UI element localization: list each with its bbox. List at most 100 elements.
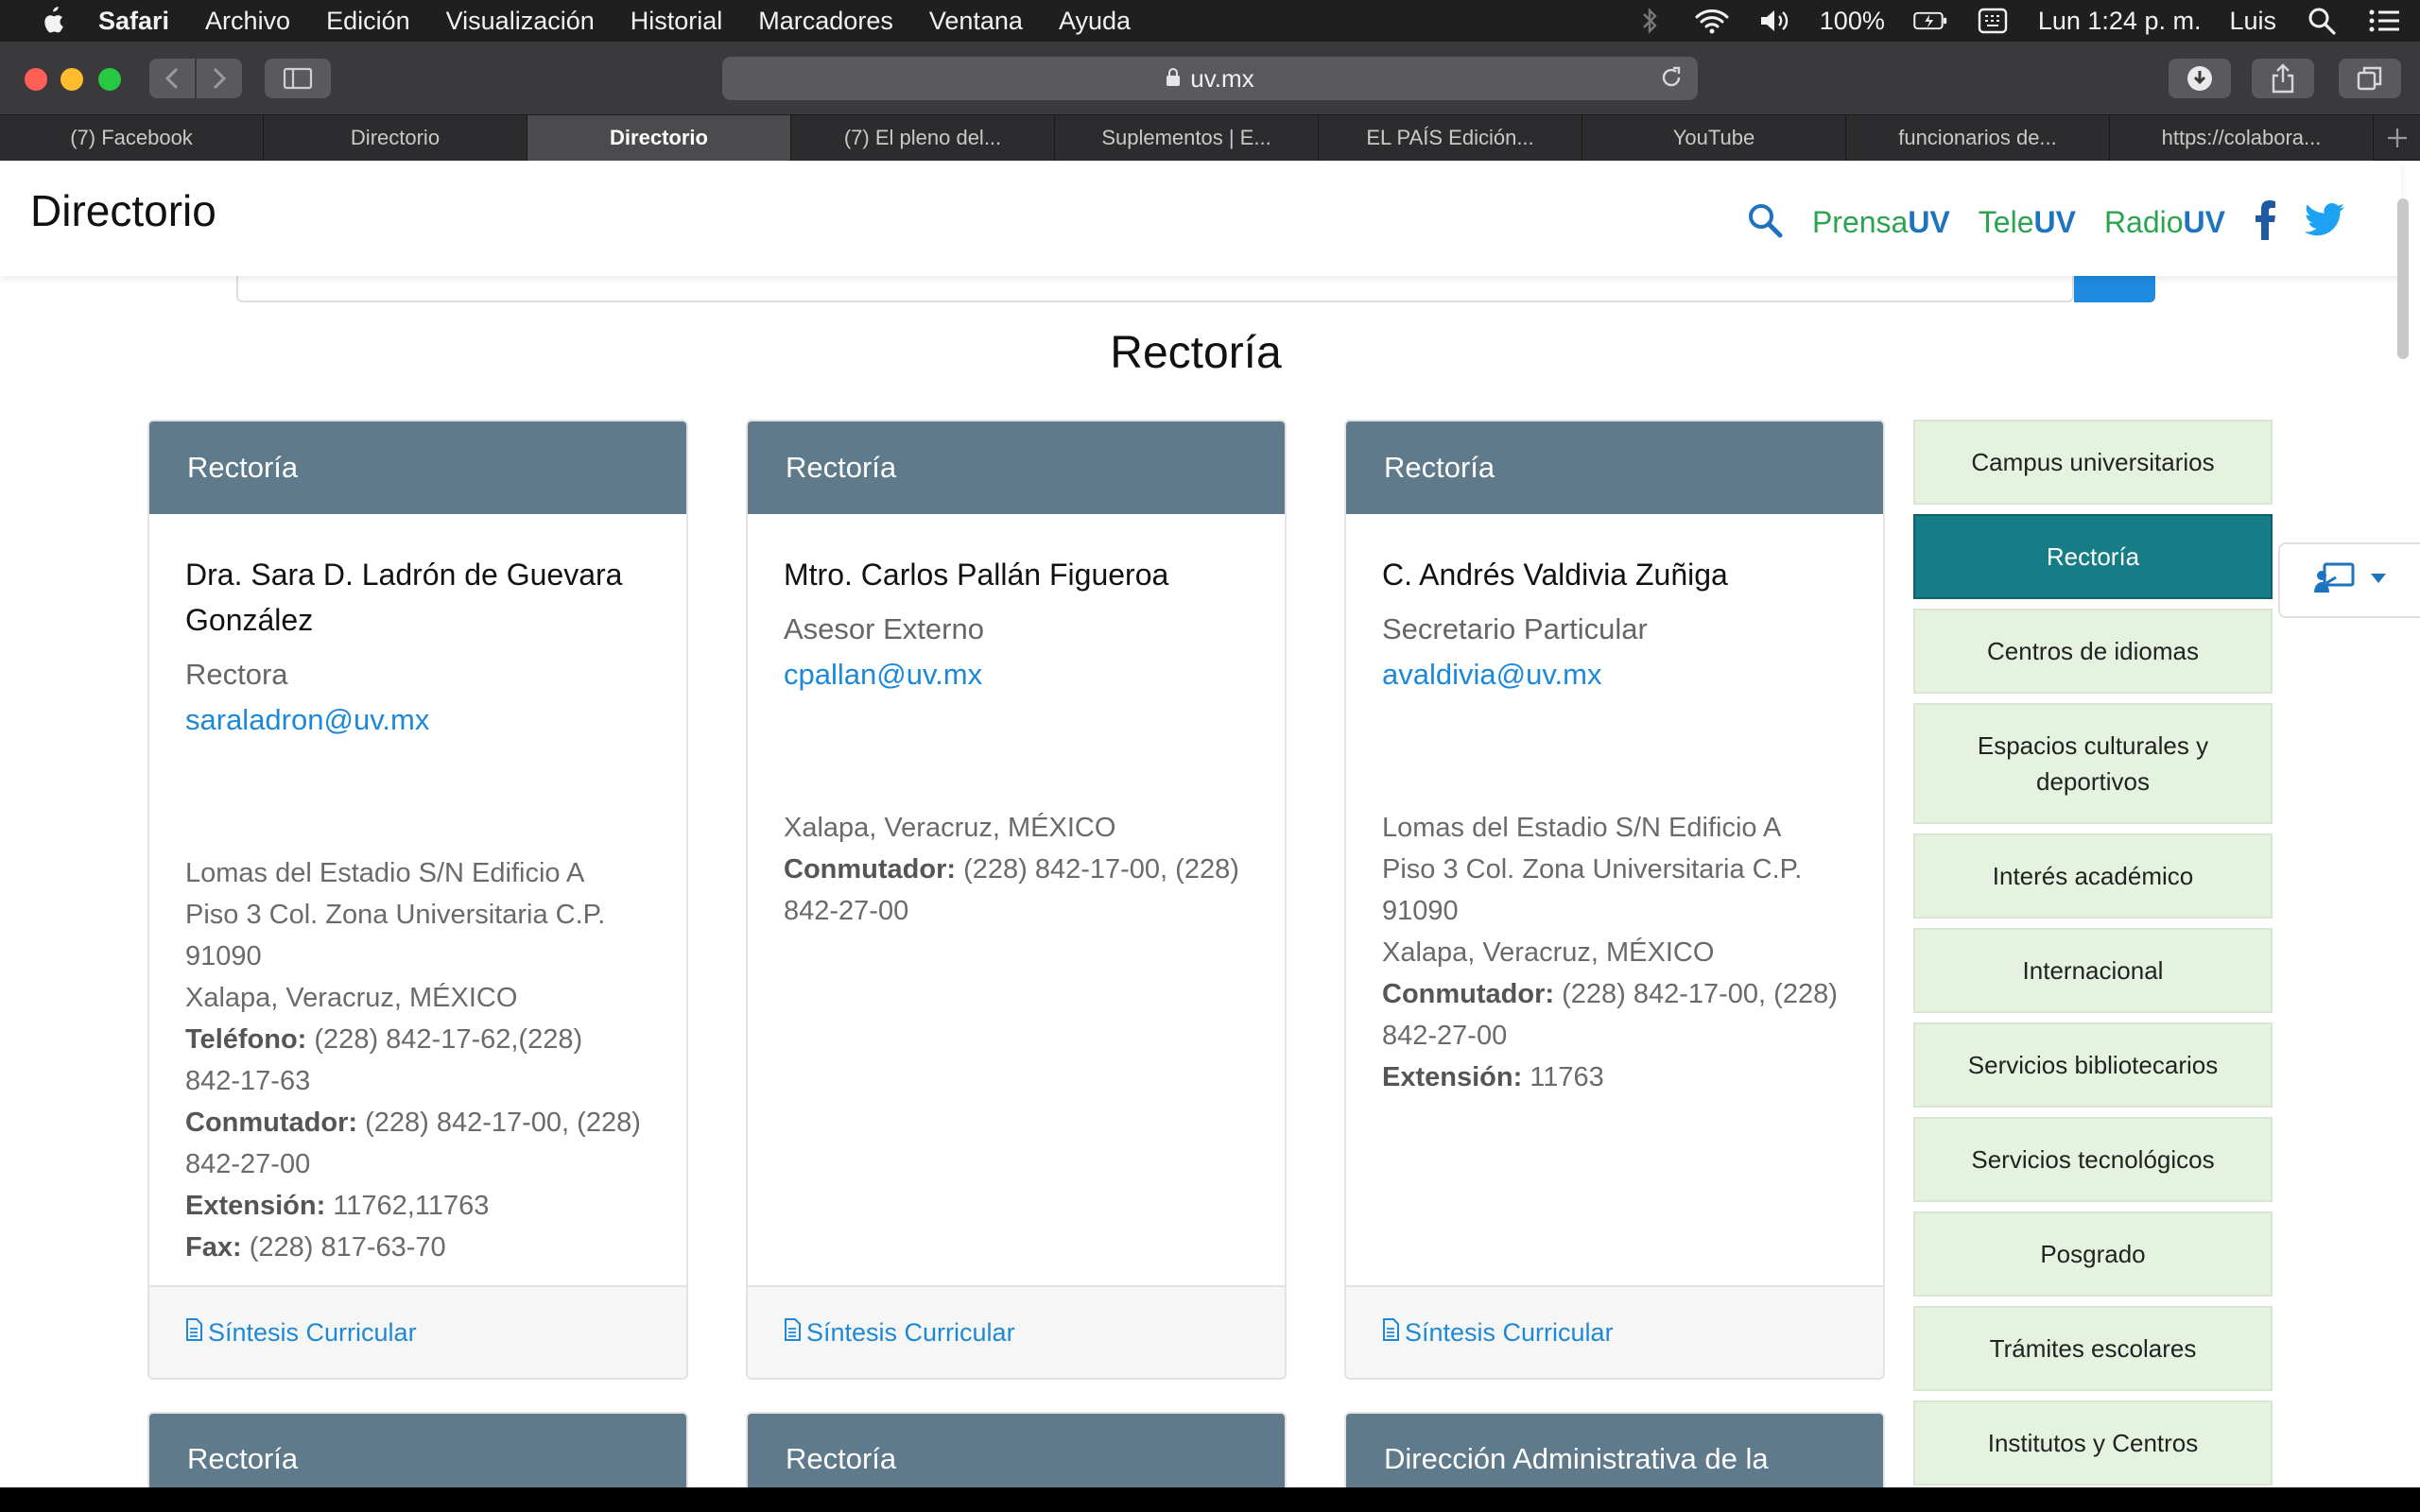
caret-down-icon (2370, 572, 2387, 589)
tabs-overview-icon (2357, 66, 2382, 91)
switchboard-label: Conmutador: (185, 1108, 358, 1138)
bluetooth-icon[interactable] (1633, 8, 1667, 34)
radio-uv-suffix: UV (2183, 205, 2225, 239)
show-all-tabs-button[interactable] (2339, 59, 2401, 98)
directory-card: Rectoría C. Andrés Valdivia Zuñiga Secre… (1344, 420, 1885, 1380)
tab-funcionarios[interactable]: funcionarios de... (1846, 115, 2110, 161)
phone-line: Teléfono: (228) 842-17-62,(228) (185, 1019, 650, 1060)
site-title[interactable]: Directorio (30, 185, 216, 236)
category-servicios-tecnologicos[interactable]: Servicios tecnológicos (1913, 1117, 2273, 1202)
switchboard-value: (228) 842-17-00, (228) (357, 1108, 641, 1138)
menu-ventana[interactable]: Ventana (929, 7, 1023, 36)
tab-el-pais[interactable]: EL PAÍS Edición... (1319, 115, 1582, 161)
menu-marcadores[interactable]: Marcadores (758, 7, 893, 36)
battery-charging-icon[interactable] (1913, 8, 1947, 34)
share-icon (2272, 63, 2294, 94)
document-icon (185, 1317, 202, 1348)
address-bar-url: uv.mx (1190, 63, 1254, 93)
facebook-icon[interactable] (2254, 200, 2276, 245)
volume-icon[interactable] (1757, 8, 1791, 34)
site-search-icon[interactable] (1746, 201, 1784, 244)
sidebar-toggle-button[interactable] (265, 59, 331, 98)
address-bar[interactable]: uv.mx (722, 57, 1698, 100)
back-button[interactable] (149, 59, 195, 98)
menubar-user[interactable]: Luis (2229, 7, 2276, 36)
prensa-uv-suffix: UV (1908, 205, 1950, 239)
category-interes-academico[interactable]: Interés académico (1913, 833, 2273, 919)
window-zoom-button[interactable] (98, 68, 121, 91)
switchboard-value-cont: 842-27-00 (784, 896, 909, 926)
tab-el-pleno[interactable]: (7) El pleno del... (791, 115, 1055, 161)
menu-edicion[interactable]: Edición (326, 7, 410, 36)
cv-link[interactable]: Síntesis Curricular (748, 1285, 1285, 1378)
person-email-link[interactable]: avaldivia@uv.mx (1382, 652, 1847, 697)
menu-historial[interactable]: Historial (631, 7, 723, 36)
tele-uv-link[interactable]: TeleUV (1979, 205, 2076, 240)
reload-icon[interactable] (1658, 64, 1685, 97)
person-email-link[interactable]: cpallan@uv.mx (784, 652, 1249, 697)
category-posgrado[interactable]: Posgrado (1913, 1211, 2273, 1297)
macos-menubar: Safari Archivo Edición Visualización His… (0, 0, 2420, 42)
cv-link[interactable]: Síntesis Curricular (149, 1285, 686, 1378)
category-servicios-bibliotecarios[interactable]: Servicios bibliotecarios (1913, 1022, 2273, 1108)
page-scrollbar[interactable] (2397, 198, 2409, 359)
downloads-button[interactable] (2169, 59, 2231, 98)
radio-uv-text: Radio (2103, 205, 2184, 239)
person-email-link[interactable]: saraladron@uv.mx (185, 697, 650, 743)
address-line: Lomas del Estadio S/N Edificio A (1382, 813, 1782, 843)
category-espacios-culturales[interactable]: Espacios culturales y deportivos (1913, 703, 2273, 824)
header-links: PrensaUV TeleUV RadioUV (1746, 200, 2344, 245)
tab-facebook[interactable]: (7) Facebook (0, 115, 264, 161)
address-city: Xalapa, Veracruz, MÉXICO (784, 813, 1116, 843)
category-campus[interactable]: Campus universitarios (1913, 420, 2273, 505)
twitter-icon[interactable] (2304, 203, 2344, 242)
person-role: Asesor Externo (784, 612, 984, 645)
screen-bottom-edge (0, 1487, 2420, 1512)
extension-label: Extensión: (185, 1191, 326, 1221)
apple-menu-icon[interactable] (38, 7, 66, 35)
menu-visualizacion[interactable]: Visualización (446, 7, 595, 36)
category-tramites-escolares[interactable]: Trámites escolares (1913, 1306, 2273, 1391)
person-role: Rectora (185, 658, 288, 691)
tab-directorio-1[interactable]: Directorio (264, 115, 527, 161)
tab-bar: (7) Facebook Directorio Directorio (7) E… (0, 115, 2420, 161)
radio-uv-link[interactable]: RadioUV (2104, 205, 2225, 240)
input-keyboard-icon[interactable] (1976, 8, 2010, 34)
person-name: Dra. Sara D. Ladrón de Guevara (185, 558, 623, 592)
switchboard-label: Conmutador: (1382, 979, 1555, 1009)
window-minimize-button[interactable] (60, 68, 83, 91)
fax-line: Fax: (228) 817-63-70 (185, 1227, 650, 1268)
tab-directorio-active[interactable]: Directorio (527, 115, 791, 161)
share-button[interactable] (2252, 59, 2314, 98)
menu-app-safari[interactable]: Safari (98, 7, 169, 36)
category-institutos-centros[interactable]: Institutos y Centros (1913, 1400, 2273, 1486)
category-rectoria[interactable]: Rectoría (1913, 514, 2273, 599)
tab-suplementos[interactable]: Suplementos | E... (1055, 115, 1319, 161)
category-centros-idiomas[interactable]: Centros de idiomas (1913, 609, 2273, 694)
tab-youtube[interactable]: YouTube (1582, 115, 1846, 161)
battery-percent: 100% (1819, 6, 1885, 35)
tab-colabora[interactable]: https://colabora... (2110, 115, 2374, 161)
address-city: Xalapa, Veracruz, MÉXICO (1382, 937, 1715, 968)
new-tab-button[interactable] (2374, 115, 2420, 160)
cv-link[interactable]: Síntesis Curricular (1346, 1285, 1883, 1378)
window-close-button[interactable] (25, 68, 47, 91)
notification-center-icon[interactable] (2367, 8, 2401, 34)
card-header: Rectoría (149, 421, 686, 514)
menubar-clock[interactable]: Lun 1:24 p. m. (2038, 7, 2202, 36)
spotlight-search-icon[interactable] (2305, 8, 2339, 35)
switchboard-value-cont: 842-27-00 (185, 1149, 311, 1179)
switchboard-value-cont: 842-27-00 (1382, 1021, 1508, 1051)
address-line: Piso 3 Col. Zona Universitaria C.P. (185, 900, 606, 930)
switchboard-line: Conmutador: (228) 842-17-00, (228) (784, 849, 1249, 890)
category-internacional[interactable]: Internacional (1913, 928, 2273, 1013)
forward-button[interactable] (197, 59, 242, 98)
floating-widget-button[interactable] (2278, 542, 2420, 618)
menu-archivo[interactable]: Archivo (205, 7, 290, 36)
wifi-icon[interactable] (1695, 8, 1729, 34)
menu-ayuda[interactable]: Ayuda (1059, 7, 1131, 36)
presenter-icon (2313, 562, 2355, 599)
phone-value: (228) 842-17-62,(228) (306, 1024, 583, 1055)
prensa-uv-link[interactable]: PrensaUV (1812, 205, 1950, 240)
switchboard-line: Conmutador: (228) 842-17-00, (228) (185, 1102, 650, 1143)
